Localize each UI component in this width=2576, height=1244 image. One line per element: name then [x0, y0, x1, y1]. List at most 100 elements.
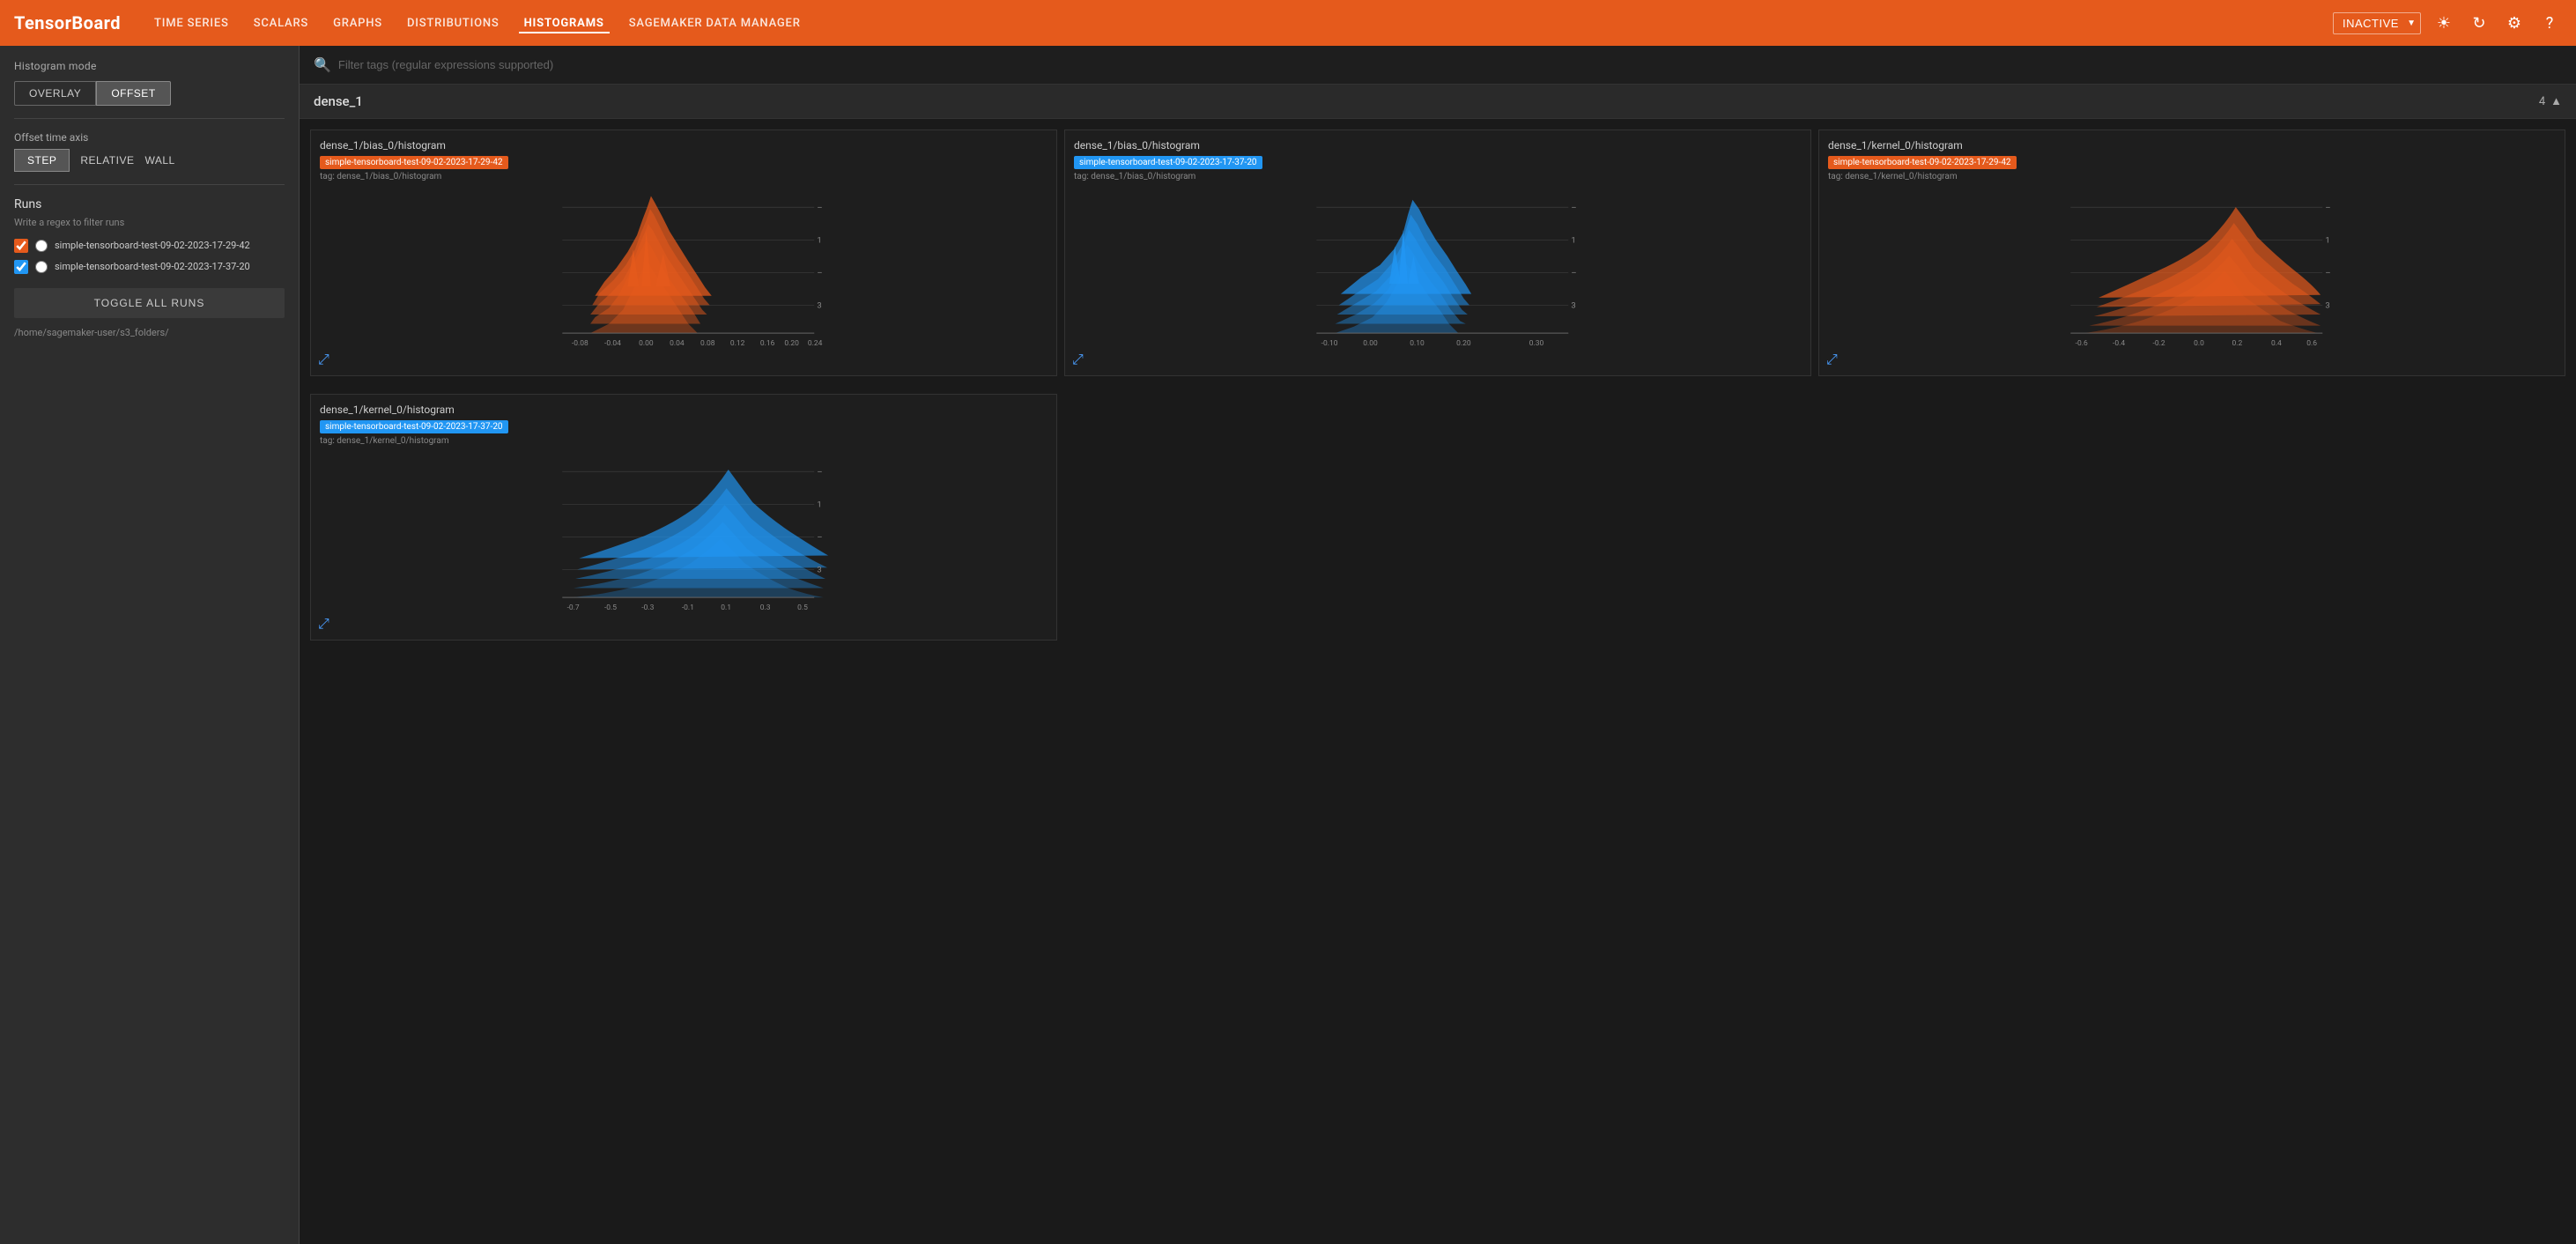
svg-text:-0.1: -0.1	[682, 603, 694, 611]
chart2-area: -0.10 0.00 0.10 0.20 0.30 – 1 – 3	[1074, 189, 1802, 347]
main-content: 🔍 dense_1 4 ▲ dense_1/bias_0/histogram s…	[300, 46, 2576, 1244]
chart2-svg: -0.10 0.00 0.10 0.20 0.30 – 1 – 3	[1074, 189, 1802, 347]
app-header: TensorBoard TIME SERIES SCALARS GRAPHS D…	[0, 0, 2576, 46]
chart1-tag: tag: dense_1/bias_0/histogram	[320, 172, 1047, 181]
chart4-title: dense_1/kernel_0/histogram	[320, 404, 1047, 416]
filter-search-icon: 🔍	[314, 56, 331, 73]
svg-text:0.24: 0.24	[808, 339, 823, 347]
chart1-area: -0.08 -0.04 0.00 0.04 0.08 0.12 0.16 0.2…	[320, 189, 1047, 347]
app-layout: Histogram mode OVERLAY OFFSET Offset tim…	[0, 46, 2576, 1244]
svg-text:3: 3	[2325, 301, 2329, 311]
refresh-icon[interactable]: ↻	[2467, 11, 2491, 35]
svg-text:-0.2: -0.2	[2153, 339, 2165, 347]
svg-text:-0.7: -0.7	[567, 603, 580, 611]
chart1-run-badge: simple-tensorboard-test-09-02-2023-17-29…	[320, 156, 508, 169]
svg-text:-0.08: -0.08	[572, 339, 588, 347]
svg-text:0.6: 0.6	[2306, 339, 2317, 347]
svg-text:0.2: 0.2	[2232, 339, 2243, 347]
svg-text:1: 1	[817, 235, 821, 245]
run2-checkbox[interactable]	[14, 260, 28, 274]
svg-text:-0.10: -0.10	[1321, 339, 1338, 347]
svg-text:0.0: 0.0	[2194, 339, 2204, 347]
section-header: dense_1 4 ▲	[300, 85, 2576, 119]
svg-text:-0.4: -0.4	[2113, 339, 2125, 347]
svg-text:–: –	[1571, 268, 1576, 278]
sidebar: Histogram mode OVERLAY OFFSET Offset tim…	[0, 46, 300, 1244]
chart1-title: dense_1/bias_0/histogram	[320, 139, 1047, 152]
chart4-svg: -0.7 -0.5 -0.3 -0.1 0.1 0.3 0.5 – 1 – 3	[320, 453, 1047, 611]
run2-radio[interactable]	[35, 261, 48, 273]
theme-icon[interactable]: ☀	[2432, 11, 2456, 35]
svg-text:0.3: 0.3	[760, 603, 771, 611]
svg-text:3: 3	[817, 301, 821, 311]
time-wall-btn[interactable]: WALL	[144, 154, 174, 167]
svg-text:–: –	[2325, 268, 2330, 278]
chart3-tag: tag: dense_1/kernel_0/histogram	[1828, 172, 2556, 181]
mode-overlay-btn[interactable]: OVERLAY	[14, 81, 96, 106]
chart2-tag: tag: dense_1/bias_0/histogram	[1074, 172, 1802, 181]
svg-text:1: 1	[1571, 235, 1575, 245]
chart2-expand-icon[interactable]: ⤢	[1072, 351, 1084, 368]
charts-grid-top: dense_1/bias_0/histogram simple-tensorbo…	[300, 119, 2576, 387]
chart2-title: dense_1/bias_0/histogram	[1074, 139, 1802, 152]
svg-text:0.12: 0.12	[730, 339, 745, 347]
svg-text:0.30: 0.30	[1529, 339, 1544, 347]
run2-label: simple-tensorboard-test-09-02-2023-17-37…	[55, 260, 250, 273]
collapse-icon[interactable]: ▲	[2550, 94, 2562, 108]
runs-title: Runs	[14, 197, 285, 211]
run-item-2: simple-tensorboard-test-09-02-2023-17-37…	[14, 260, 285, 274]
chart2-run-badge: simple-tensorboard-test-09-02-2023-17-37…	[1074, 156, 1262, 169]
app-logo: TensorBoard	[14, 12, 121, 33]
svg-text:0.5: 0.5	[797, 603, 808, 611]
svg-text:1: 1	[2325, 235, 2329, 245]
run1-checkbox[interactable]	[14, 239, 28, 253]
chart-card-3: dense_1/kernel_0/histogram simple-tensor…	[1818, 130, 2565, 376]
svg-text:0.04: 0.04	[670, 339, 685, 347]
nav-graphs[interactable]: GRAPHS	[328, 13, 388, 33]
section-name: dense_1	[314, 93, 363, 109]
svg-text:0.16: 0.16	[760, 339, 775, 347]
chart3-expand-icon[interactable]: ⤢	[1826, 351, 1838, 368]
histogram-mode-label: Histogram mode	[14, 60, 285, 72]
svg-text:1: 1	[817, 500, 821, 509]
chart4-tag: tag: dense_1/kernel_0/histogram	[320, 436, 1047, 446]
chart3-svg: -0.6 -0.4 -0.2 0.0 0.2 0.4 0.6 – 1 – 3	[1828, 189, 2556, 347]
time-step-btn[interactable]: STEP	[14, 149, 70, 172]
time-relative-btn[interactable]: RELATIVE	[80, 154, 134, 167]
svg-text:0.00: 0.00	[639, 339, 654, 347]
svg-text:–: –	[1571, 203, 1576, 212]
nav-sagemaker[interactable]: SAGEMAKER DATA MANAGER	[624, 13, 806, 33]
divider2	[14, 184, 285, 185]
nav-histograms[interactable]: HISTOGRAMS	[519, 13, 610, 33]
toggle-all-runs-button[interactable]: TOGGLE ALL RUNS	[14, 288, 285, 318]
chart4-area: -0.7 -0.5 -0.3 -0.1 0.1 0.3 0.5 – 1 – 3	[320, 453, 1047, 611]
nav-time-series[interactable]: TIME SERIES	[149, 13, 234, 33]
chart3-area: -0.6 -0.4 -0.2 0.0 0.2 0.4 0.6 – 1 – 3	[1828, 189, 2556, 347]
chart4-expand-icon[interactable]: ⤢	[318, 615, 329, 633]
chart3-run-badge: simple-tensorboard-test-09-02-2023-17-29…	[1828, 156, 2017, 169]
help-icon[interactable]: ?	[2537, 11, 2562, 35]
run-item-1: simple-tensorboard-test-09-02-2023-17-29…	[14, 239, 285, 253]
filter-input[interactable]	[338, 58, 2562, 71]
chart1-expand-icon[interactable]: ⤢	[318, 351, 329, 368]
run1-radio[interactable]	[35, 240, 48, 252]
svg-text:–: –	[817, 268, 822, 278]
chart-card-2: dense_1/bias_0/histogram simple-tensorbo…	[1064, 130, 1811, 376]
main-nav: TIME SERIES SCALARS GRAPHS DISTRIBUTIONS…	[149, 13, 806, 33]
status-select[interactable]: INACTIVE ACTIVE	[2333, 12, 2421, 34]
offset-time-label: Offset time axis	[14, 131, 285, 144]
svg-text:-0.5: -0.5	[604, 603, 617, 611]
svg-text:0.20: 0.20	[784, 339, 799, 347]
svg-text:3: 3	[817, 566, 821, 575]
nav-distributions[interactable]: DISTRIBUTIONS	[402, 13, 505, 33]
folder-path: /home/sagemaker-user/s3_folders/	[14, 327, 285, 338]
nav-scalars[interactable]: SCALARS	[248, 13, 314, 33]
mode-offset-btn[interactable]: OFFSET	[96, 81, 170, 106]
filter-bar: 🔍	[300, 46, 2576, 85]
svg-text:–: –	[817, 532, 822, 542]
time-axis-buttons: STEP RELATIVE WALL	[14, 149, 285, 172]
settings-icon[interactable]: ⚙	[2502, 11, 2527, 35]
charts-grid-bottom: dense_1/kernel_0/histogram simple-tensor…	[300, 387, 2576, 651]
chart4-run-badge: simple-tensorboard-test-09-02-2023-17-37…	[320, 420, 508, 433]
mode-buttons: OVERLAY OFFSET	[14, 81, 285, 106]
